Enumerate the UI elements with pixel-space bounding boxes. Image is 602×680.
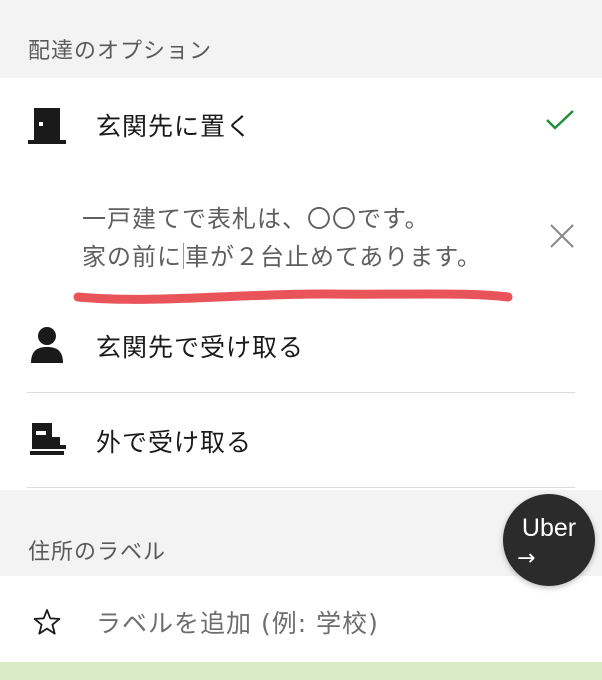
arrow-right-icon: → — [517, 546, 536, 571]
uber-logo-text: Uber — [521, 514, 577, 542]
divider — [27, 487, 575, 488]
add-label-row[interactable]: ラベルを追加 (例: 学校) — [0, 576, 602, 662]
clear-note-icon[interactable] — [548, 222, 576, 254]
star-icon — [33, 608, 61, 640]
person-icon — [30, 326, 64, 368]
address-label-title: 住所のラベル — [28, 540, 167, 565]
door-icon — [28, 106, 66, 150]
delivery-options-title: 配達のオプション — [28, 39, 213, 64]
uber-floating-button[interactable]: Uber → — [503, 494, 595, 586]
option-label: 玄関先で受け取る — [96, 333, 305, 362]
note-line-1: 一戸建てで表札は、〇〇です。 — [82, 205, 430, 233]
note-line-2-before-cursor: 家の前に — [82, 243, 182, 271]
option-leave-at-door[interactable]: 玄関先に置く — [0, 78, 602, 168]
delivery-options-header: 配達のオプション — [0, 0, 602, 78]
option-meet-outside[interactable]: 外で受け取る — [0, 393, 602, 487]
note-line-2: 家の前に 車が２台止めてあります。 — [82, 238, 522, 276]
option-label: 外で受け取る — [96, 428, 253, 457]
bottom-banner-edge — [0, 662, 602, 680]
delivery-note-input[interactable]: 一戸建てで表札は、〇〇です。 家の前に 車が２台止めてあります。 — [60, 180, 530, 290]
option-label: 玄関先に置く — [96, 112, 253, 141]
option-meet-at-door[interactable]: 玄関先で受け取る — [0, 304, 602, 392]
delivery-note-text: 一戸建てで表札は、〇〇です。 家の前に 車が２台止めてあります。 — [82, 200, 522, 276]
curbside-icon — [30, 421, 68, 463]
delivery-options-card: 玄関先に置く 一戸建てで表札は、〇〇です。 家の前に車が２台止めてあります。 — [0, 78, 602, 490]
checkmark-icon — [545, 108, 575, 136]
text-cursor — [183, 243, 184, 269]
note-line-2-after-cursor: 車が２台止めてあります。 — [185, 243, 482, 271]
add-label-placeholder: ラベルを追加 (例: 学校) — [96, 609, 379, 638]
